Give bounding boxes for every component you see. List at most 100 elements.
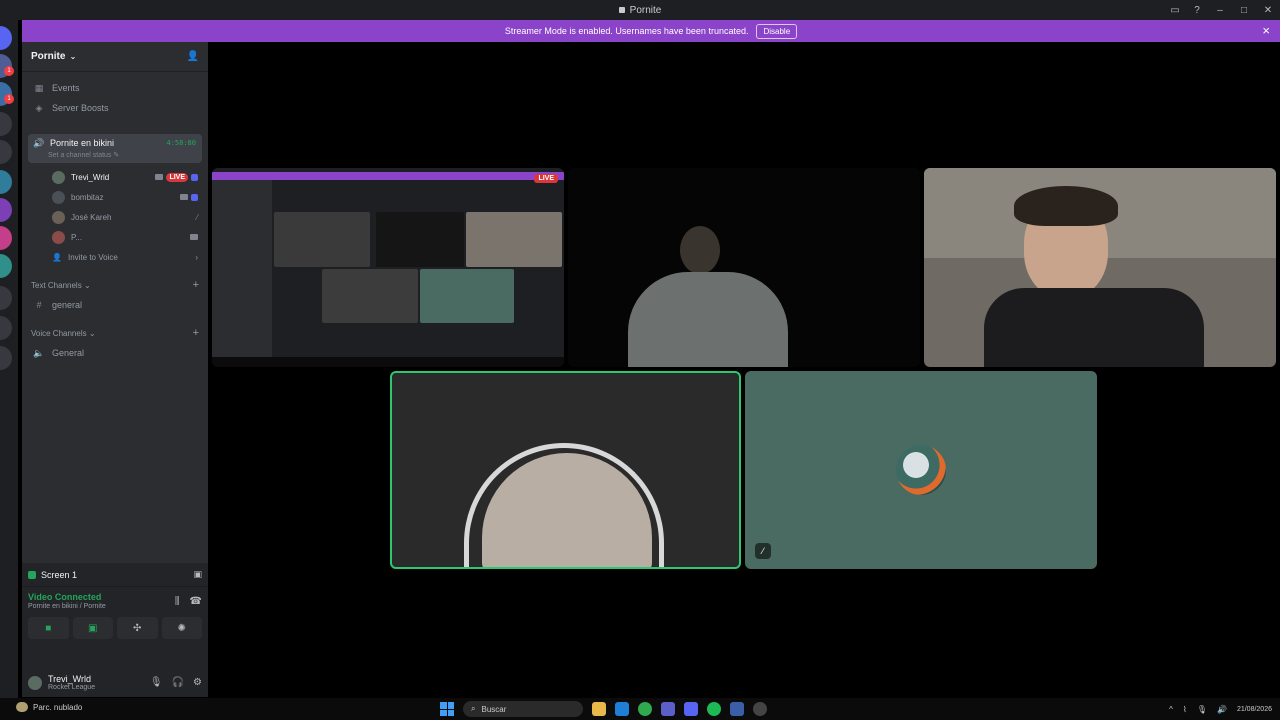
spotify-icon[interactable] xyxy=(707,702,721,716)
server-icon[interactable] xyxy=(0,316,12,340)
server-icon[interactable] xyxy=(0,226,12,250)
camera-icon xyxy=(155,174,164,180)
add-user-icon: 👤 xyxy=(52,252,62,262)
boosts-label: Server Boosts xyxy=(52,103,109,113)
voice-member[interactable]: José Kareh ⁄ xyxy=(48,207,202,227)
voice-member[interactable]: P... xyxy=(48,227,202,247)
stream-preview-tile xyxy=(420,269,514,323)
mic-icon[interactable]: 🎙 xyxy=(150,677,163,688)
participant-body xyxy=(628,272,788,367)
connection-title: Video Connected xyxy=(28,592,102,602)
windows-start-icon[interactable] xyxy=(440,702,454,716)
chrome-icon[interactable] xyxy=(638,702,652,716)
server-rail: 1 1 xyxy=(0,20,18,700)
taskbar-search[interactable]: ⌕ Buscar xyxy=(463,701,583,717)
streamer-mode-banner: Streamer Mode is enabled. Usernames have… xyxy=(22,20,1280,42)
edge-icon[interactable] xyxy=(615,702,629,716)
screen-label: Screen 1 xyxy=(41,569,78,580)
sidebar-item-boosts[interactable]: ◈ Server Boosts xyxy=(28,98,202,118)
window-title-text: Pornite xyxy=(629,4,662,16)
add-channel-icon[interactable]: + xyxy=(193,279,199,291)
invite-to-voice-button[interactable]: 👤 Invite to Voice › xyxy=(48,247,202,267)
voice-member[interactable]: Trevi_Wrld LIVE xyxy=(48,167,202,187)
badge-icon xyxy=(191,173,198,181)
category-label: Voice Channels xyxy=(31,328,87,338)
server-icon[interactable] xyxy=(0,254,12,278)
avatar xyxy=(896,445,946,495)
mic-tray-icon[interactable]: 🎙 xyxy=(1197,705,1207,714)
close-window-button[interactable]: ✕ xyxy=(1256,0,1280,20)
file-explorer-icon[interactable] xyxy=(592,702,606,716)
stream-tile[interactable]: LIVE xyxy=(212,168,564,367)
notification-badge: 1 xyxy=(4,66,14,76)
channel-status-placeholder: Set a channel status xyxy=(48,152,112,159)
chevron-right-icon: › xyxy=(195,252,198,262)
settings-app-icon[interactable] xyxy=(753,702,767,716)
screen-share-row[interactable]: Screen 1 ▣ xyxy=(22,563,208,587)
home-server-icon[interactable] xyxy=(0,26,12,50)
video-tile[interactable] xyxy=(924,168,1276,367)
member-name: bombitaz xyxy=(71,192,104,202)
stop-stream-icon[interactable]: ▣ xyxy=(193,569,202,580)
date-text: 21/08/2026 xyxy=(1236,705,1272,713)
clock[interactable]: 21/08/2026 xyxy=(1237,705,1272,714)
stream-preview-tile xyxy=(466,212,562,267)
os-taskbar: Parc. nublado ⌕ Buscar ^ ⌇ 🎙 🔊 21/08/202… xyxy=(0,698,1280,720)
server-icon[interactable] xyxy=(0,198,12,222)
help-icon[interactable]: ? xyxy=(1186,0,1208,20)
user-panel: Screen 1 ▣ Video Connected Pornite en bi… xyxy=(22,563,208,697)
channel-general-voice[interactable]: 🔈 General xyxy=(28,343,202,363)
speaker-icon: 🔈 xyxy=(33,347,45,358)
discord-icon[interactable] xyxy=(684,702,698,716)
voice-member[interactable]: bombitaz xyxy=(48,187,202,207)
stream-preview-tile xyxy=(322,269,418,323)
server-icon[interactable] xyxy=(0,170,12,194)
text-channels-category[interactable]: Text Channels ⌄ + xyxy=(22,275,208,295)
server-icon[interactable] xyxy=(0,140,12,164)
activities-button[interactable]: ✣ xyxy=(117,617,158,639)
volume-icon[interactable]: 🔊 xyxy=(1217,705,1227,714)
add-member-icon[interactable]: 👤 xyxy=(187,51,199,62)
weather-widget[interactable]: Parc. nublado xyxy=(16,702,82,712)
notification-badge: 1 xyxy=(4,94,14,104)
screen-share-button[interactable]: ▣ xyxy=(72,617,113,639)
server-icon[interactable] xyxy=(0,112,12,136)
inbox-icon[interactable]: ▭ xyxy=(1164,0,1186,20)
noise-suppression-icon[interactable]: ⫼ xyxy=(175,596,180,607)
add-channel-icon[interactable]: + xyxy=(193,327,199,339)
server-icon[interactable] xyxy=(0,346,12,370)
video-tile[interactable] xyxy=(568,168,920,367)
screen-icon xyxy=(28,570,36,579)
avatar[interactable] xyxy=(28,675,42,690)
camera-toggle-button[interactable]: ■ xyxy=(28,617,69,639)
channel-status-input[interactable]: Set a channel status ✎ xyxy=(48,151,196,159)
events-label: Events xyxy=(52,83,80,93)
badge-icon xyxy=(191,193,198,201)
video-tile[interactable]: ⁄ xyxy=(745,371,1097,569)
headphones-icon[interactable]: 🎧 xyxy=(172,677,184,688)
disable-streamer-mode-button[interactable]: Disable xyxy=(756,23,798,39)
video-tile-speaking[interactable] xyxy=(390,371,741,569)
disconnect-icon[interactable]: ☎ xyxy=(190,596,202,607)
sidebar-item-events[interactable]: ▦ Events xyxy=(28,78,202,98)
close-icon[interactable]: × xyxy=(1262,23,1270,38)
server-header[interactable]: Pornite ⌄ 👤 xyxy=(22,42,208,72)
window-title: Pornite xyxy=(618,4,662,16)
active-voice-channel[interactable]: 🔊 Pornite en bikini 4:58:80 Set a channe… xyxy=(28,134,202,163)
channel-general-text[interactable]: # general xyxy=(28,295,202,315)
chevron-up-icon[interactable]: ^ xyxy=(1169,705,1173,714)
shield-app-icon[interactable] xyxy=(730,702,744,716)
teams-icon[interactable] xyxy=(661,702,675,716)
minimize-button[interactable]: – xyxy=(1208,0,1232,20)
maximize-button[interactable]: □ xyxy=(1232,0,1256,20)
avatar xyxy=(52,230,65,244)
connection-subtitle: Pornite en bikini / Pornite xyxy=(28,603,106,610)
server-icon[interactable] xyxy=(0,286,12,310)
window-titlebar: Pornite ▭ ? – □ ✕ xyxy=(0,0,1280,20)
channel-sidebar: Pornite ⌄ 👤 ▦ Events ◈ Server Boosts 🔊 P… xyxy=(22,42,208,697)
gear-icon[interactable]: ⚙ xyxy=(193,677,202,688)
speaker-icon: 🔊 xyxy=(33,137,45,148)
voice-channels-category[interactable]: Voice Channels ⌄ + xyxy=(22,323,208,343)
wifi-icon[interactable]: ⌇ xyxy=(1183,705,1187,714)
soundboard-button[interactable]: ✺ xyxy=(161,617,202,639)
